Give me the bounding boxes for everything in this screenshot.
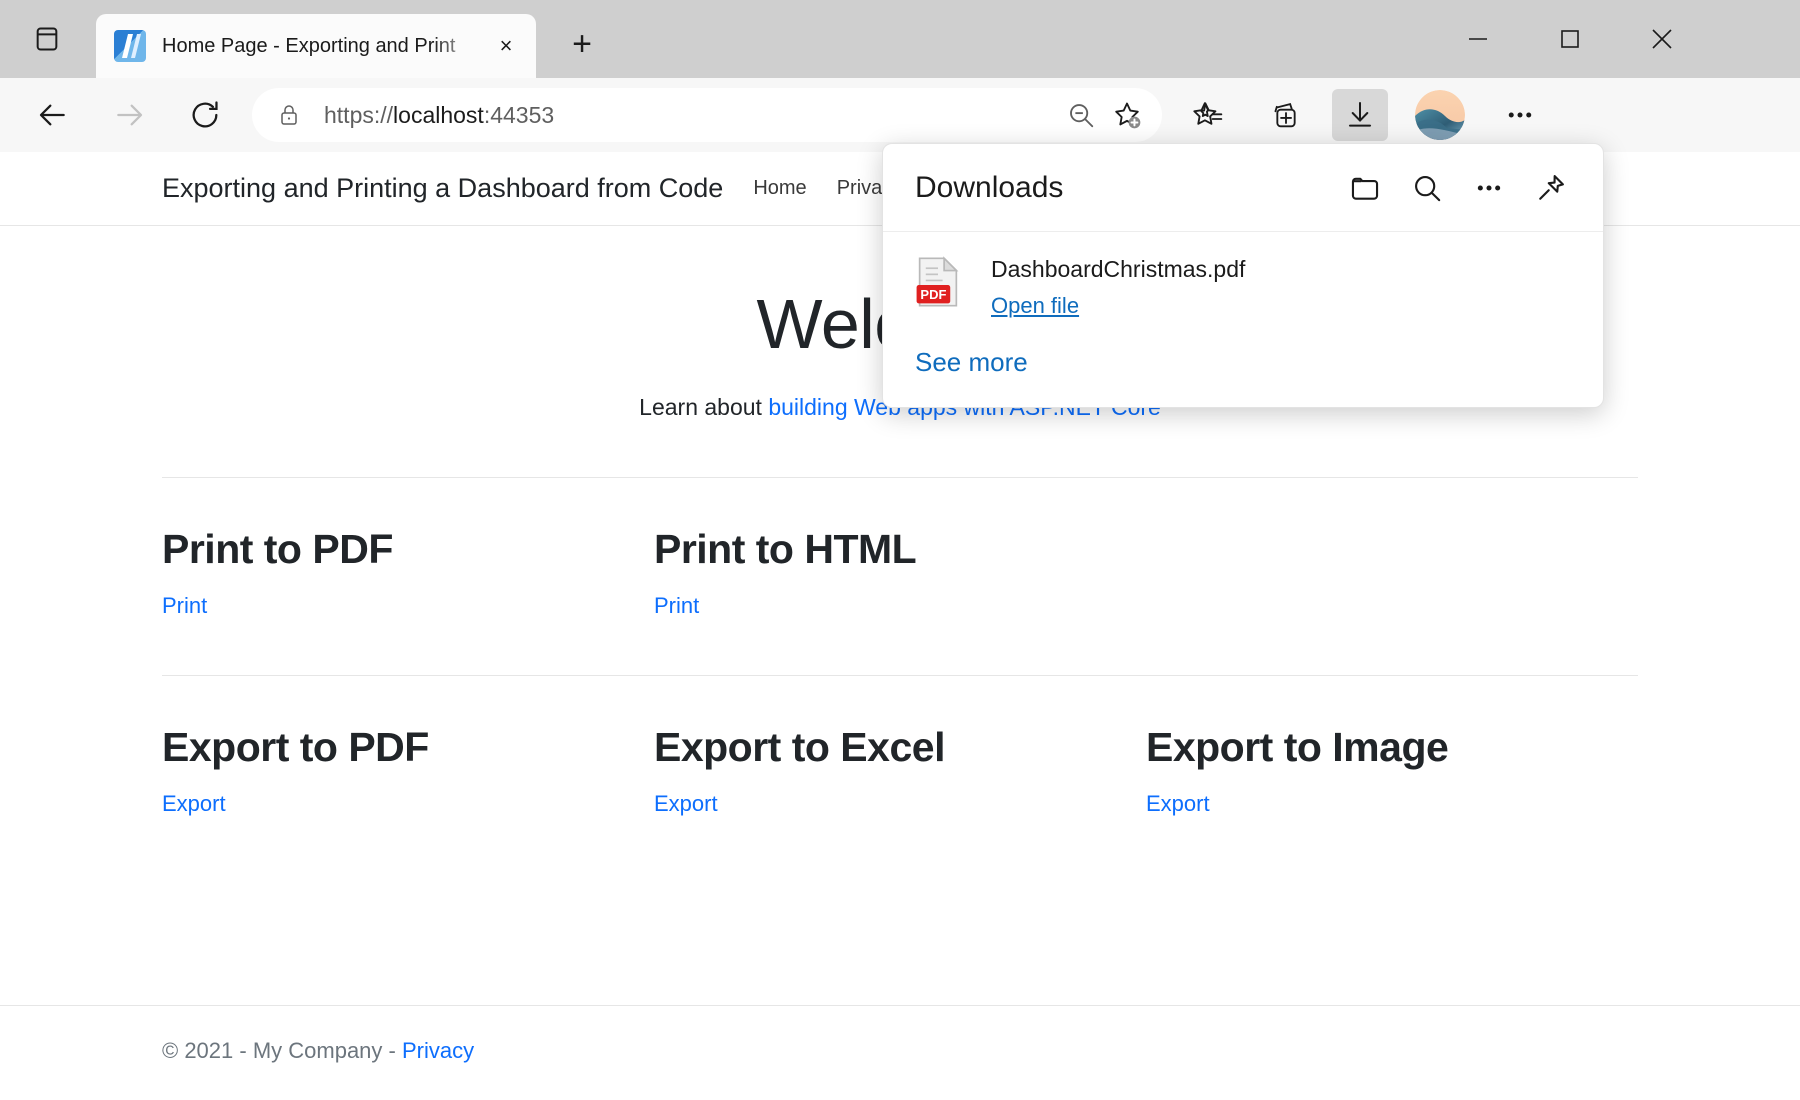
divider-middle: [162, 675, 1638, 676]
zoom-out-icon: [1070, 104, 1094, 128]
card-title: Export to PDF: [162, 724, 429, 770]
open-downloads-folder-button[interactable]: [1339, 162, 1391, 214]
hero-lead-prefix: Learn about: [639, 394, 769, 420]
reload-button[interactable]: [176, 86, 234, 144]
card-print-to-html: Print to HTML Print: [654, 526, 1146, 619]
browser-toolbar: https://localhost:44353: [0, 78, 1800, 152]
reload-icon: [192, 101, 218, 128]
site-nav: Home Privacy: [753, 177, 902, 200]
avatar: [1415, 90, 1465, 140]
ellipsis-icon: [1477, 184, 1501, 191]
download-icon: [1349, 102, 1371, 127]
back-arrow-icon: [39, 104, 65, 126]
nav-link-home[interactable]: Home: [753, 177, 806, 200]
card-action-link[interactable]: Print: [654, 593, 699, 619]
pdf-icon-glyph: PDF: [916, 256, 959, 307]
downloads-button[interactable]: [1332, 89, 1388, 141]
pin-icon: [1539, 174, 1564, 200]
star-plus-icon: [1115, 102, 1141, 129]
tab-actions-button[interactable]: [20, 12, 74, 66]
card-title: Print to PDF: [162, 526, 393, 572]
download-item[interactable]: PDF DashboardChristmas.pdf Open file: [883, 232, 1603, 319]
profile-button[interactable]: [1412, 87, 1468, 143]
ellipsis-icon: [1508, 112, 1532, 118]
cards-row-1: Print to PDF Print Print to HTML Print: [0, 526, 1800, 619]
card-export-to-image: Export to Image Export: [1146, 724, 1638, 817]
search-icon: [1415, 175, 1441, 201]
tab-actions-icon: [36, 27, 58, 51]
back-button[interactable]: [24, 86, 82, 144]
see-more-link[interactable]: See more: [915, 347, 1028, 378]
card-print-to-pdf: Print to PDF Print: [162, 526, 654, 619]
window-close-button[interactable]: [1616, 0, 1708, 78]
browser-tab[interactable]: Home Page - Exporting and Print ×: [96, 14, 536, 78]
new-tab-button[interactable]: +: [556, 18, 608, 70]
folder-icon: [1351, 177, 1379, 200]
address-bar[interactable]: https://localhost:44353: [252, 88, 1162, 142]
downloads-more-options-button[interactable]: [1463, 162, 1515, 214]
card-action-link[interactable]: Export: [654, 791, 718, 817]
zoom-out-button[interactable]: [1058, 92, 1104, 138]
tab-title: Home Page - Exporting and Print: [162, 34, 456, 57]
collections-button[interactable]: [1256, 89, 1312, 141]
downloads-flyout-title: Downloads: [915, 170, 1064, 204]
url-host: localhost: [393, 101, 484, 128]
forward-button[interactable]: [100, 86, 158, 144]
pdf-file-icon: PDF: [915, 256, 961, 308]
tab-favicon-icon: [114, 30, 146, 62]
url-rest: :44353: [483, 101, 555, 128]
window-minimize-button[interactable]: [1432, 0, 1524, 78]
minimize-icon: [1469, 38, 1487, 40]
downloads-flyout: Downloads PDF DashboardChristmas.pdf Ope…: [882, 143, 1604, 408]
download-item-text: DashboardChristmas.pdf Open file: [991, 256, 1245, 319]
download-filename: DashboardChristmas.pdf: [991, 256, 1246, 282]
url-scheme: https://: [324, 101, 394, 128]
svg-text:PDF: PDF: [920, 287, 946, 302]
downloads-flyout-header: Downloads: [883, 144, 1603, 232]
site-footer: © 2021 - My Company - Privacy: [0, 1005, 1800, 1100]
collections-icon: [1274, 102, 1296, 128]
forward-arrow-icon: [117, 104, 143, 126]
card-export-to-pdf: Export to PDF Export: [162, 724, 654, 817]
footer-text: © 2021 - My Company - Privacy: [0, 1006, 1800, 1064]
maximize-icon: [1561, 30, 1579, 48]
search-downloads-button[interactable]: [1401, 162, 1453, 214]
divider-top: [162, 477, 1638, 478]
avatar-image: [1415, 90, 1465, 140]
favorites-star-icon: [1193, 102, 1223, 125]
settings-and-more-button[interactable]: [1492, 89, 1548, 141]
address-bar-text: https://localhost:44353: [324, 102, 1058, 129]
site-brand[interactable]: Exporting and Printing a Dashboard from …: [162, 173, 723, 204]
card-title: Print to HTML: [653, 526, 917, 572]
window-maximize-button[interactable]: [1524, 0, 1616, 78]
tab-close-button[interactable]: ×: [490, 30, 522, 62]
card-action-link[interactable]: Export: [1146, 791, 1210, 817]
cards-row-2: Export to PDF Export Export to Excel Exp…: [0, 724, 1800, 817]
card-title: Export to Excel: [653, 724, 945, 770]
lock-icon: [274, 100, 304, 130]
card-title: Export to Image: [1145, 724, 1449, 770]
close-icon: [1652, 29, 1672, 49]
favorites-button[interactable]: [1180, 89, 1236, 141]
add-favorite-button[interactable]: [1104, 92, 1150, 138]
browser-title-bar: Home Page - Exporting and Print × +: [0, 0, 1800, 78]
footer-privacy-link[interactable]: Privacy: [402, 1038, 474, 1063]
card-action-link[interactable]: Export: [162, 791, 226, 817]
open-file-link[interactable]: Open file: [991, 293, 1079, 319]
footer-copyright: © 2021 - My Company -: [162, 1038, 402, 1063]
keep-downloads-open-button[interactable]: [1525, 162, 1577, 214]
card-action-link[interactable]: Print: [162, 593, 207, 619]
card-empty-slot: [1146, 526, 1638, 619]
card-export-to-excel: Export to Excel Export: [654, 724, 1146, 817]
